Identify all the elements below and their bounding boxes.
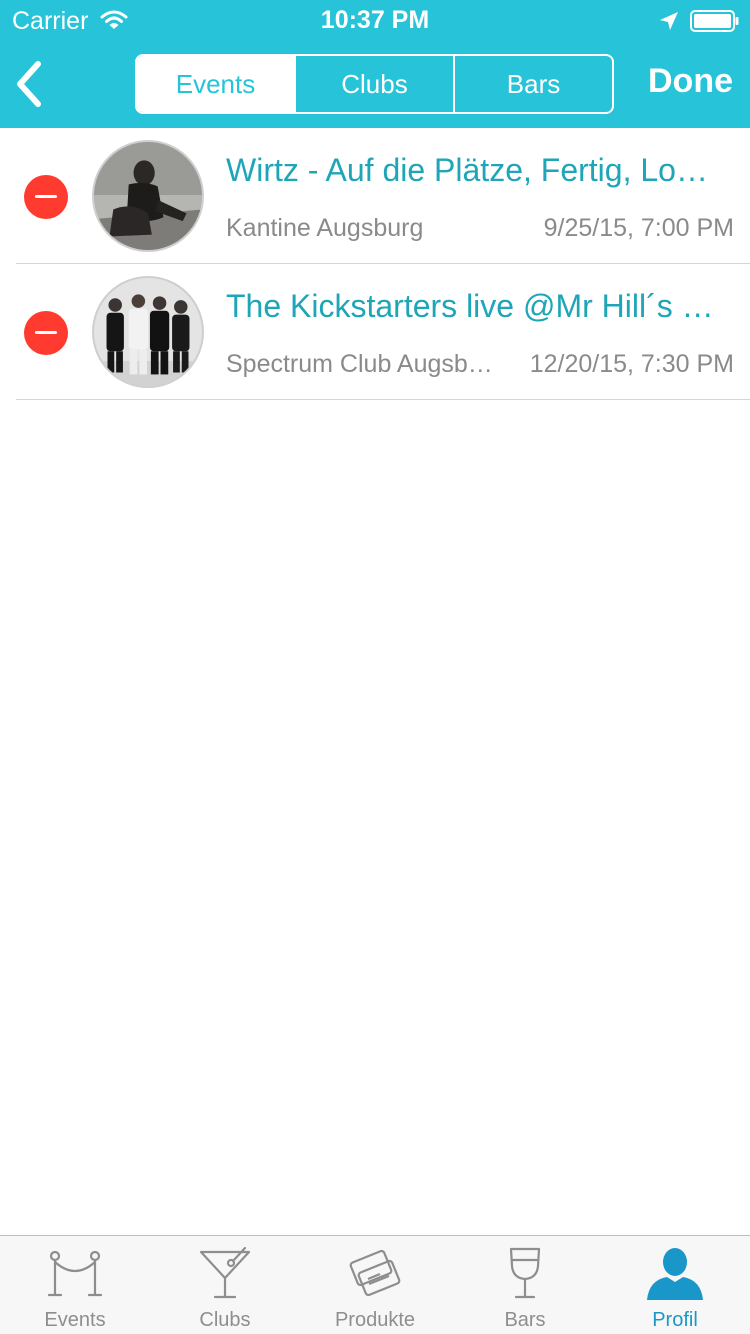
- location-arrow-icon: [660, 12, 678, 30]
- tab-profil[interactable]: Profil: [600, 1236, 750, 1334]
- list-item[interactable]: Wirtz - Auf die Plätze, Fertig, Lo… Kant…: [0, 128, 750, 264]
- navigation-header: Carrier 10:37 PM Events Clubs Bars Done: [0, 0, 750, 128]
- category-segmented-control: Events Clubs Bars: [135, 54, 614, 114]
- tab-label: Produkte: [334, 1309, 416, 1331]
- delete-minus-icon[interactable]: [24, 175, 68, 219]
- battery-icon: [690, 10, 739, 32]
- event-thumbnail: [92, 276, 204, 388]
- tab-label: Profil: [652, 1309, 698, 1331]
- ticket-cards-icon: [349, 1249, 401, 1297]
- segment-clubs[interactable]: Clubs: [294, 56, 453, 112]
- event-date: 12/20/15, 7:30 PM: [529, 350, 734, 378]
- cocktail-glass-icon: [199, 1246, 251, 1299]
- status-time: 10:37 PM: [320, 6, 430, 34]
- event-thumbnail: [92, 140, 204, 252]
- tab-events[interactable]: Events: [0, 1236, 150, 1334]
- rope-barrier-icon: [47, 1250, 103, 1297]
- tab-produkte[interactable]: Produkte: [300, 1236, 450, 1334]
- event-title: The Kickstarters live @Mr Hill´s X…: [226, 288, 734, 324]
- event-venue: Spectrum Club Augsb…: [226, 350, 493, 378]
- event-title: Wirtz - Auf die Plätze, Fertig, Lo…: [226, 152, 708, 188]
- tab-bar: Events Clubs Produkte Bars Profil: [0, 1235, 750, 1334]
- done-button[interactable]: Done: [648, 62, 733, 101]
- segment-events[interactable]: Events: [137, 56, 294, 112]
- person-icon: [647, 1248, 703, 1300]
- tab-label: Clubs: [199, 1309, 251, 1331]
- back-chevron-icon[interactable]: [10, 58, 54, 110]
- event-date: 9/25/15, 7:00 PM: [543, 214, 734, 242]
- wine-glass-icon: [509, 1247, 541, 1299]
- segment-bars[interactable]: Bars: [453, 56, 612, 112]
- list-item[interactable]: The Kickstarters live @Mr Hill´s X… Spec…: [0, 264, 750, 400]
- tab-label: Bars: [504, 1309, 546, 1331]
- favorites-list: Wirtz - Auf die Plätze, Fertig, Lo… Kant…: [0, 128, 750, 400]
- tab-clubs[interactable]: Clubs: [150, 1236, 300, 1334]
- delete-minus-icon[interactable]: [24, 311, 68, 355]
- tab-label: Events: [44, 1309, 106, 1331]
- status-bar: Carrier 10:37 PM: [0, 0, 750, 40]
- tab-bars[interactable]: Bars: [450, 1236, 600, 1334]
- event-venue: Kantine Augsburg: [226, 214, 424, 242]
